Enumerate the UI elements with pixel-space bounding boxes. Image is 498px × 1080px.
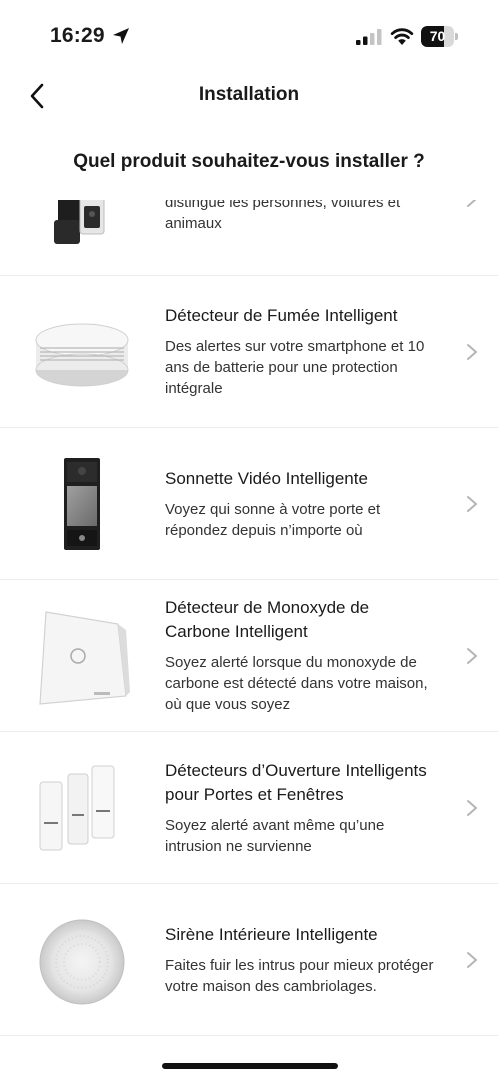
chevron-right-icon (467, 343, 477, 360)
outdoor-camera-icon (54, 200, 105, 244)
nav-title: Installation (198, 84, 300, 105)
battery-indicator: 70 (421, 26, 459, 47)
chevron-right-icon (467, 495, 477, 512)
battery-level: 70 (429, 28, 446, 44)
video-doorbell-icon (64, 458, 100, 550)
product-description: La caméra extérieure de sécurité qui dis… (165, 200, 401, 232)
product-description: Soyez alerté lorsque du monoxyde de carb… (165, 654, 428, 713)
product-title: Sonnette Vidéo Intelligente (165, 468, 368, 488)
product-description: Des alertes sur votre smartphone et 10 a… (165, 338, 425, 397)
product-title: Détecteur de Fumée Intelligent (165, 306, 398, 325)
location-arrow-icon (113, 28, 129, 44)
product-row-co-detector[interactable]: Détecteur de Monoxyde de Carbone Intelli… (0, 580, 498, 732)
wifi-icon (390, 28, 414, 45)
cellular-signal-icon (356, 29, 382, 45)
product-row-indoor-siren[interactable]: Sirène Intérieure Intelligente Faites fu… (0, 884, 498, 1036)
home-indicator[interactable] (162, 1063, 338, 1069)
product-row-door-window-sensor[interactable]: Détecteurs d’Ouverture Intelligents pour… (0, 732, 498, 884)
indoor-siren-icon (39, 919, 125, 1005)
chevron-right-icon (467, 951, 477, 968)
status-time: 16:29 (50, 24, 105, 47)
chevron-right-icon (467, 647, 477, 664)
page-heading: Quel produit souhaitez-vous installer ? (73, 151, 425, 172)
chevron-right-icon (467, 799, 477, 816)
product-title: Sirène Intérieure Intelligente (165, 924, 378, 944)
door-window-sensor-icon (39, 765, 115, 851)
product-row-outdoor-camera[interactable]: La caméra extérieure de sécurité qui dis… (0, 200, 498, 276)
smoke-detector-icon (35, 323, 129, 387)
co-detector-icon (39, 611, 130, 705)
product-row-smoke-detector[interactable]: Détecteur de Fumée Intelligent Des alert… (0, 276, 498, 428)
product-description: Voyez qui sonne à votre porte et réponde… (165, 500, 381, 539)
product-title: Détecteurs d’Ouverture Intelligents pour… (165, 760, 427, 804)
product-title: Détecteur de Monoxyde de Carbone Intelli… (165, 598, 370, 641)
product-description: Soyez alerté avant même qu’une intrusion… (165, 816, 385, 855)
product-description: Faites fuir les intrus pour mieux protég… (165, 956, 434, 995)
product-row-video-doorbell[interactable]: Sonnette Vidéo Intelligente Voyez qui so… (0, 428, 498, 580)
product-list[interactable]: La caméra extérieure de sécurité qui dis… (0, 200, 498, 1052)
status-bar: 16:29 70 (0, 0, 498, 70)
chevron-right-icon (467, 200, 476, 207)
